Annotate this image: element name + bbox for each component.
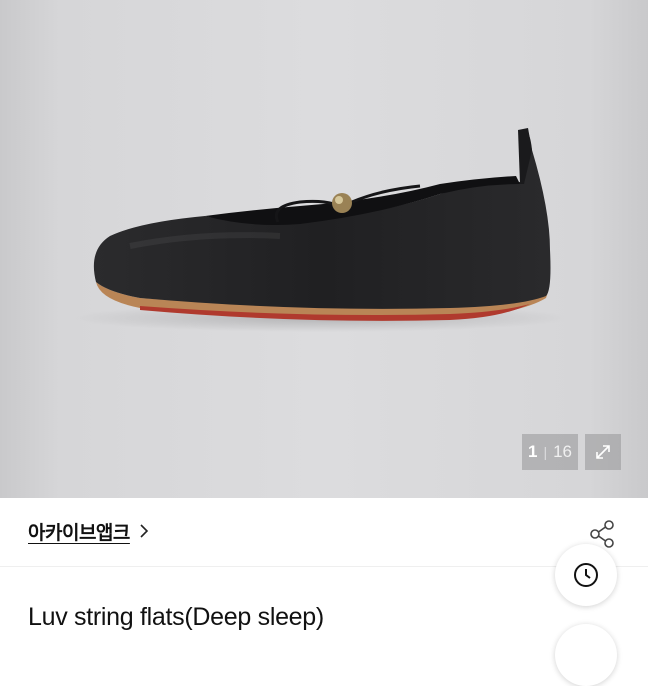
expand-arrow-icon (596, 445, 610, 459)
recent-viewed-button[interactable] (555, 544, 617, 606)
seller-name-link[interactable]: 아카이브앱크 (28, 518, 130, 545)
seller-row[interactable]: 아카이브앱크 (0, 498, 648, 567)
image-counter-current: 1 (527, 442, 538, 461)
image-counter-separator: | (543, 444, 548, 460)
chevron-right-icon (140, 524, 149, 538)
product-title: Luv string flats(Deep sleep) (28, 603, 324, 631)
product-image (70, 128, 570, 332)
image-counter: 1 | 16 (522, 434, 578, 470)
expand-image-button[interactable] (585, 434, 621, 470)
clock-icon (574, 563, 598, 587)
product-image-gallery[interactable]: 1 | 16 (0, 0, 648, 498)
image-counter-total: 16 (553, 442, 573, 461)
floating-action-button[interactable] (555, 624, 617, 686)
